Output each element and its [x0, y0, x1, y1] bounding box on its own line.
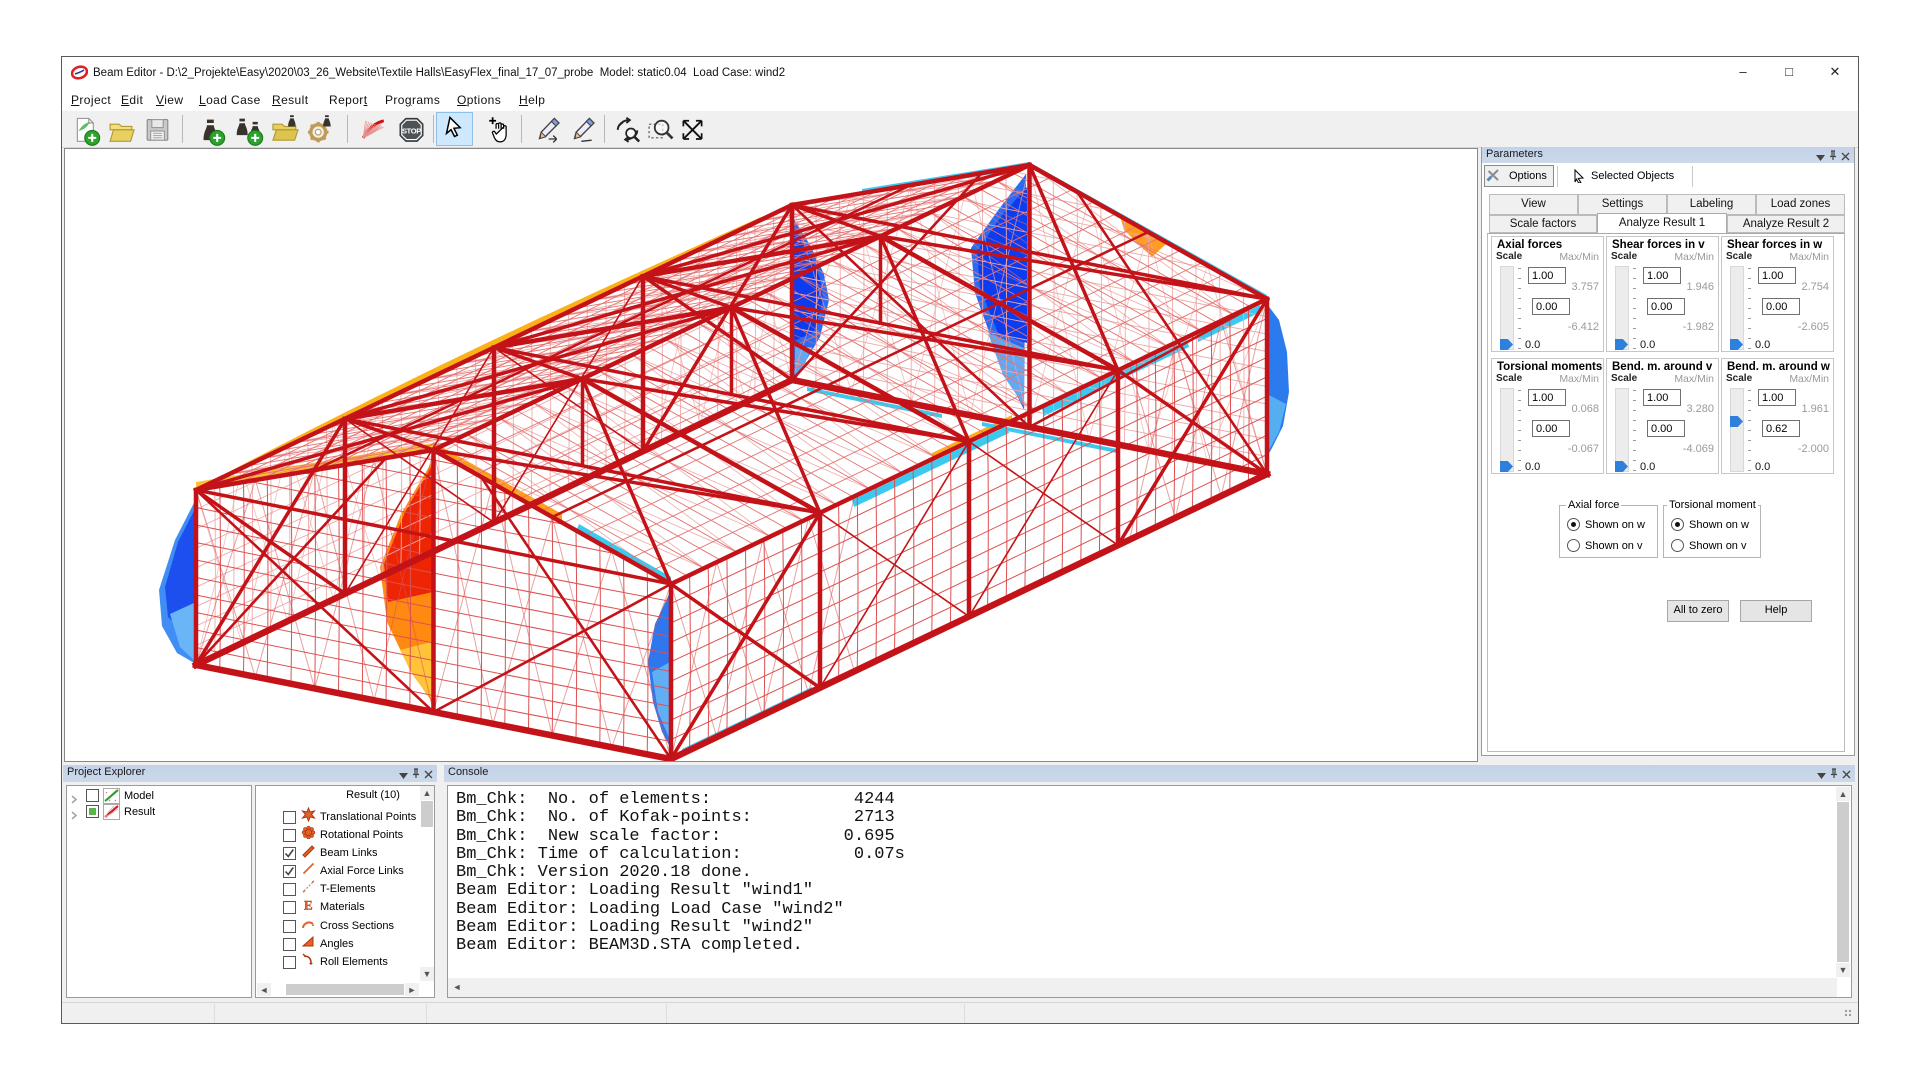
svg-text:STOP: STOP — [402, 126, 421, 135]
svg-text:E: E — [304, 898, 313, 913]
